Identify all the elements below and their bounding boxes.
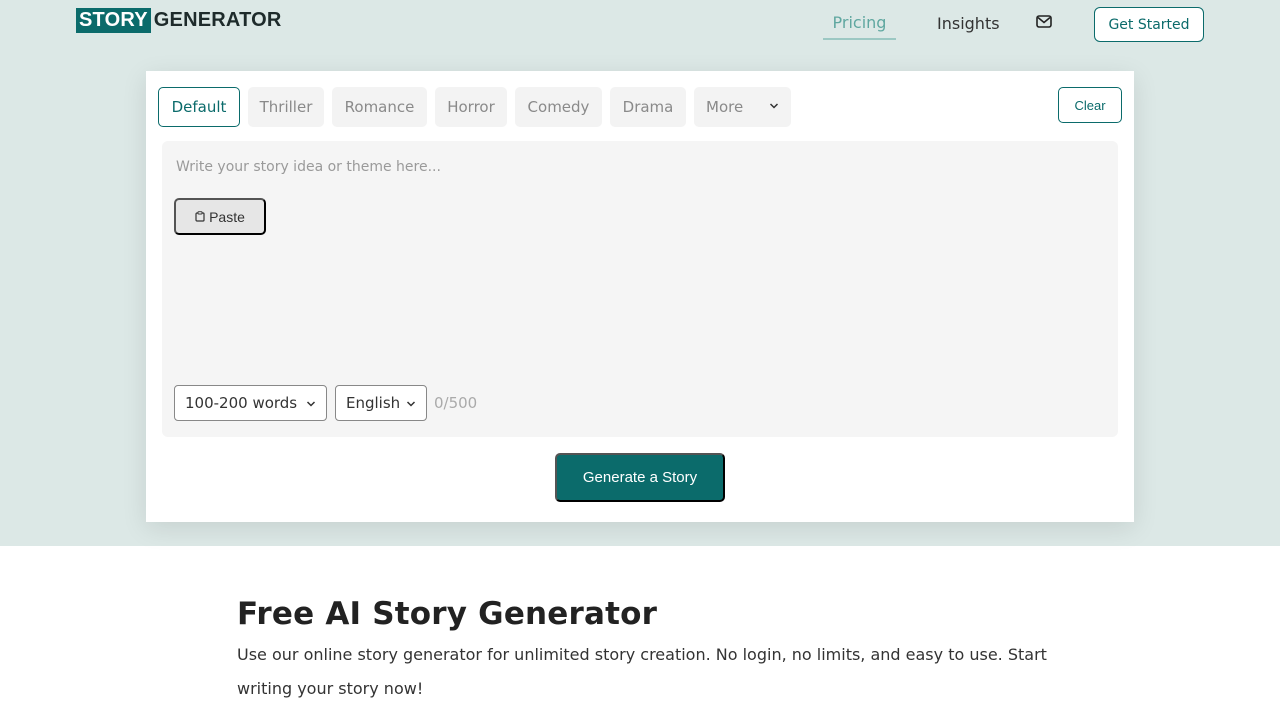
tab-horror[interactable]: Horror	[435, 87, 507, 127]
tab-romance[interactable]: Romance	[332, 87, 427, 127]
nav-pricing[interactable]: Pricing	[823, 12, 896, 40]
story-idea-placeholder: Write your story idea or theme here...	[176, 159, 441, 175]
hero-section: STORY GENERATOR Pricing Insights Get Sta…	[0, 0, 1280, 546]
paste-label: Paste	[209, 208, 245, 225]
story-idea-textarea[interactable]: Write your story idea or theme here... P…	[162, 141, 1118, 437]
nav-insights[interactable]: Insights	[937, 13, 1000, 35]
get-started-button[interactable]: Get Started	[1094, 7, 1204, 42]
tab-thriller[interactable]: Thriller	[248, 87, 324, 127]
word-count-select[interactable]: 100-200 words	[174, 385, 327, 421]
chevron-down-icon	[406, 401, 416, 407]
character-counter: 0/500	[434, 394, 478, 412]
page-title: Free AI Story Generator	[237, 596, 658, 632]
clipboard-icon	[195, 211, 205, 222]
chevron-down-icon	[769, 103, 779, 109]
tab-more-label: More	[706, 98, 744, 116]
mail-icon[interactable]	[1036, 14, 1053, 28]
tab-more-dropdown[interactable]: More	[694, 87, 791, 127]
logo-story: STORY	[76, 8, 151, 33]
story-generator-card: Default Thriller Romance Horror Comedy D…	[146, 71, 1134, 522]
language-value: English	[346, 394, 401, 412]
tab-comedy[interactable]: Comedy	[515, 87, 602, 127]
paste-button[interactable]: Paste	[174, 198, 266, 235]
logo[interactable]: STORY GENERATOR	[76, 8, 282, 33]
tab-drama[interactable]: Drama	[610, 87, 686, 127]
generate-story-button[interactable]: Generate a Story	[555, 453, 725, 502]
tab-default[interactable]: Default	[158, 87, 240, 127]
intro-text: Use our online story generator for unlim…	[237, 645, 1047, 698]
chevron-down-icon	[306, 401, 316, 407]
logo-generator: GENERATOR	[153, 9, 282, 31]
word-count-value: 100-200 words	[185, 394, 298, 412]
clear-button[interactable]: Clear	[1058, 87, 1122, 123]
language-select[interactable]: English	[335, 385, 427, 421]
